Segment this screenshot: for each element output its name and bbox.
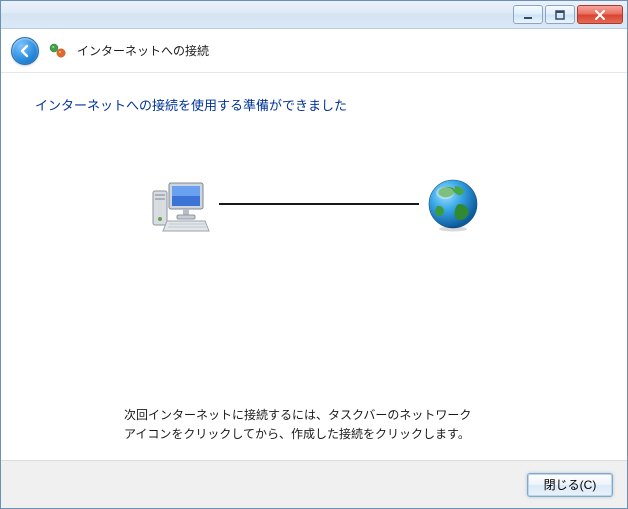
close-wizard-button[interactable]: 閉じる(C) [527, 473, 613, 497]
wizard-content: インターネットへの接続を使用する準備ができました [1, 73, 627, 460]
globe-icon [425, 176, 481, 232]
window-controls [513, 5, 625, 24]
instruction-text: 次回インターネットに接続するには、タスクバーのネットワーク アイコンをクリックし… [124, 406, 504, 444]
wizard-footer: 閉じる(C) [1, 460, 627, 508]
wizard-title: インターネットへの接続 [77, 42, 209, 59]
minimize-icon [523, 10, 533, 20]
back-button[interactable] [11, 37, 39, 65]
minimize-button[interactable] [513, 5, 543, 24]
instruction-line-1: 次回インターネットに接続するには、タスクバーのネットワーク [124, 406, 504, 425]
network-wizard-icon [49, 42, 67, 60]
maximize-button[interactable] [545, 5, 575, 24]
close-icon [594, 10, 606, 20]
connection-line [219, 203, 419, 205]
close-button[interactable] [577, 5, 623, 24]
computer-icon [147, 171, 213, 237]
wizard-header: インターネットへの接続 [1, 29, 627, 73]
back-arrow-icon [18, 44, 32, 58]
titlebar [1, 1, 627, 29]
instruction-line-2: アイコンをクリックしてから、作成した接続をクリックします。 [124, 425, 504, 444]
page-heading: インターネットへの接続を使用する準備ができました [35, 95, 599, 114]
maximize-icon [555, 10, 565, 20]
connection-illustration [29, 164, 599, 244]
wizard-window: インターネットへの接続 インターネットへの接続を使用する準備ができました [0, 0, 628, 509]
